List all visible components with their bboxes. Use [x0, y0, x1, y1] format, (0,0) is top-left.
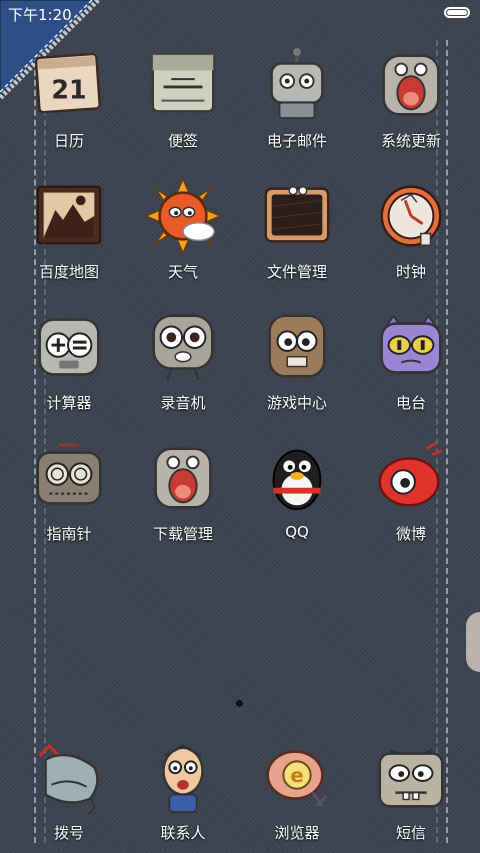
download-manager-icon	[154, 447, 212, 509]
fabric-patch-decoration	[466, 612, 480, 672]
calendar-day: 21	[51, 75, 86, 105]
app-label: 联系人	[160, 824, 206, 842]
compass-icon	[36, 443, 102, 505]
radio-icon	[380, 314, 442, 374]
app-radio[interactable]: 电台	[354, 308, 468, 439]
app-recorder[interactable]: 录音机	[126, 308, 240, 439]
app-label: 百度地图	[38, 263, 99, 281]
app-label: 电子邮件	[266, 132, 327, 150]
app-label: QQ	[285, 523, 309, 541]
app-file-manager[interactable]: 文件管理	[240, 177, 354, 308]
app-baidu-map[interactable]: 百度地图	[12, 177, 126, 308]
dock-messages[interactable]: 短信	[354, 738, 468, 843]
file-manager-icon	[264, 186, 330, 243]
contacts-icon	[162, 744, 204, 814]
browser-glyph: e	[290, 764, 303, 787]
dock: 拨号 联系人 e 浏览器 短信	[12, 738, 468, 843]
status-time: 下午1:20	[8, 6, 72, 24]
dock-contacts[interactable]: 联系人	[126, 738, 240, 843]
recorder-icon	[152, 314, 214, 381]
app-label: 短信	[395, 824, 426, 842]
app-label: 计算器	[46, 394, 92, 412]
weather-icon	[144, 177, 222, 255]
app-calendar[interactable]: 21 日历	[12, 46, 126, 177]
app-label: 微博	[395, 525, 426, 543]
baidu-map-icon	[36, 185, 102, 245]
app-email[interactable]: 电子邮件	[240, 46, 354, 177]
app-game-center[interactable]: 游戏中心	[240, 308, 354, 439]
battery-icon	[444, 7, 470, 18]
app-label: 系统更新	[380, 132, 441, 150]
page-indicator-dot	[236, 700, 243, 707]
app-label: 录音机	[160, 394, 206, 412]
app-row-1: 21 日历 便签 电子邮件 系统更新	[12, 46, 468, 177]
app-label: 下载管理	[152, 525, 213, 543]
qq-icon	[272, 449, 322, 511]
calendar-icon: 21	[34, 52, 101, 114]
app-label: 指南针	[46, 525, 92, 543]
messages-icon	[378, 748, 444, 808]
dock-phone[interactable]: 拨号	[12, 738, 126, 843]
game-center-icon	[268, 314, 326, 378]
app-system-update[interactable]: 系统更新	[354, 46, 468, 177]
weibo-icon	[378, 441, 443, 507]
app-row-2: 百度地图 天气 文件管理 时钟	[12, 177, 468, 308]
browser-icon: e	[266, 750, 328, 808]
app-label: 便签	[167, 132, 198, 150]
status-bar: 下午1:20	[0, 0, 480, 26]
app-compass[interactable]: 指南针	[12, 439, 126, 570]
app-label: 拨号	[53, 824, 84, 842]
notes-icon	[151, 53, 215, 113]
app-row-4: 指南针 下载管理 QQ 微博	[12, 439, 468, 570]
clock-icon	[380, 185, 442, 247]
email-icon	[270, 47, 324, 120]
app-weibo[interactable]: 微博	[354, 439, 468, 570]
app-grid: 21 日历 便签 电子邮件 系统更新 百度地图 天气 文件管理 时钟 计算器 录…	[12, 46, 468, 570]
app-download-manager[interactable]: 下载管理	[126, 439, 240, 570]
app-label: 电台	[395, 394, 426, 412]
app-qq[interactable]: QQ	[240, 439, 354, 570]
app-label: 游戏中心	[266, 394, 327, 412]
app-calculator[interactable]: 计算器	[12, 308, 126, 439]
app-notes[interactable]: 便签	[126, 46, 240, 177]
system-update-icon	[382, 54, 440, 116]
app-clock[interactable]: 时钟	[354, 177, 468, 308]
phone-icon	[38, 743, 99, 815]
app-label: 时钟	[395, 263, 426, 281]
dock-browser[interactable]: e 浏览器	[240, 738, 354, 843]
app-label: 文件管理	[266, 263, 327, 281]
app-label: 日历	[53, 132, 84, 150]
app-weather[interactable]: 天气	[126, 177, 240, 308]
app-label: 天气	[167, 263, 198, 281]
app-row-3: 计算器 录音机 游戏中心 电台	[12, 308, 468, 439]
app-label: 浏览器	[274, 824, 320, 842]
calculator-icon	[38, 318, 100, 376]
